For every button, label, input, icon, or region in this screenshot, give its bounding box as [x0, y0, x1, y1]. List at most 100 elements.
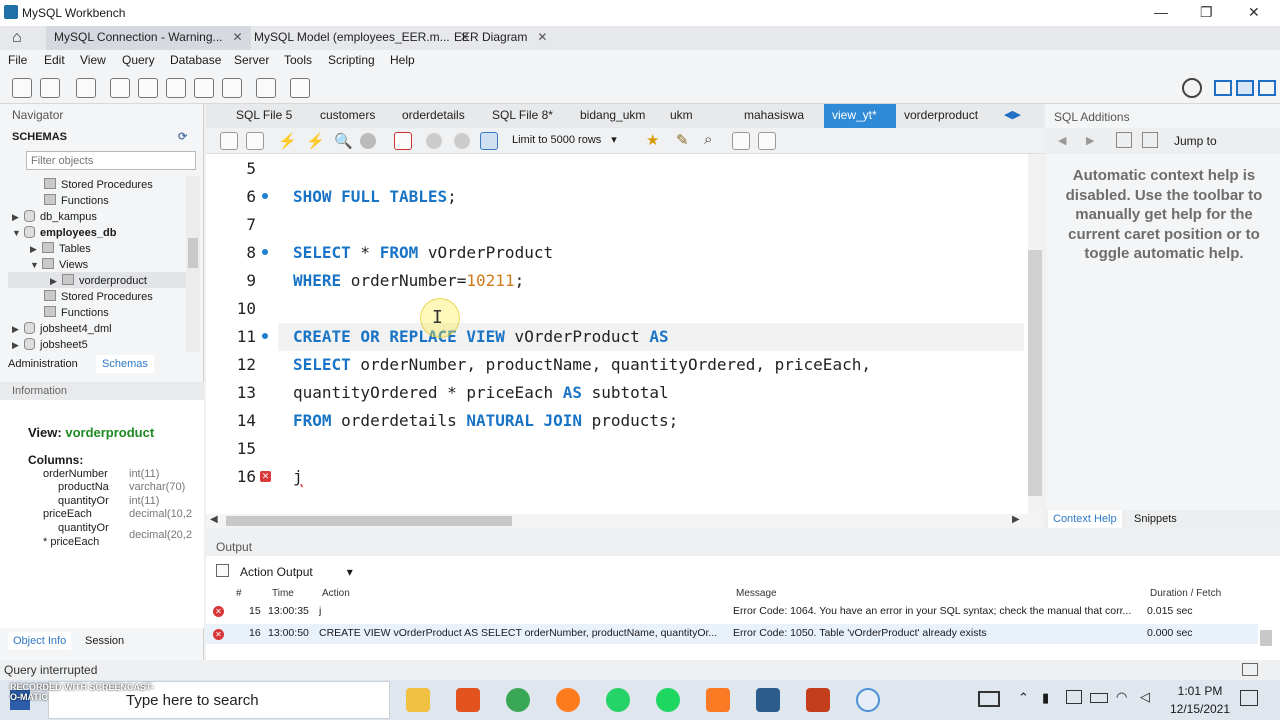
menu-database[interactable]: Database: [170, 53, 221, 67]
expand-arrow-icon[interactable]: ▶: [12, 212, 24, 223]
doc-tab-model[interactable]: MySQL Model (employees_EER.m... ✕: [246, 26, 478, 50]
menu-file[interactable]: File: [8, 53, 27, 67]
toggle-continue-on-error-icon[interactable]: [394, 132, 412, 150]
menu-edit[interactable]: Edit: [44, 53, 65, 67]
tree-item-jobsheet4[interactable]: ▶ jobsheet4_dml: [12, 322, 112, 335]
tab-sql-file-5[interactable]: SQL File 5: [228, 104, 300, 128]
auto-help-icon[interactable]: [1142, 132, 1158, 148]
settings-gear-icon[interactable]: [1182, 78, 1202, 98]
create-schema-icon[interactable]: [110, 78, 130, 98]
tab-session[interactable]: Session: [85, 635, 124, 647]
tree-item-stored-procedures-2[interactable]: Stored Procedures: [44, 290, 153, 303]
col-header-action[interactable]: Action: [322, 588, 350, 599]
chrome-icon[interactable]: [506, 688, 530, 712]
col-header-duration[interactable]: Duration / Fetch: [1150, 588, 1221, 599]
open-sql-file-icon[interactable]: [40, 78, 60, 98]
tab-ukm[interactable]: ukm: [662, 104, 701, 128]
find-icon[interactable]: ⌕: [704, 131, 712, 148]
output-copy-icon[interactable]: [216, 564, 229, 577]
limit-rows-select[interactable]: Limit to 5000 rows ▾: [512, 133, 617, 146]
tree-item-tables[interactable]: ▶ Tables: [30, 242, 91, 255]
close-tab-icon[interactable]: ✕: [537, 30, 547, 44]
execute-current-icon[interactable]: ⚡: [306, 132, 325, 150]
filter-objects-input[interactable]: [26, 151, 196, 170]
inspector-icon[interactable]: [76, 78, 96, 98]
create-table-icon[interactable]: [138, 78, 158, 98]
tab-mahasiswa[interactable]: mahasiswa: [736, 104, 812, 128]
tab-context-help[interactable]: Context Help: [1048, 510, 1122, 528]
powerpoint-icon[interactable]: [806, 688, 830, 712]
tab-schemas[interactable]: Schemas: [96, 355, 154, 373]
minimize-icon[interactable]: —: [1154, 4, 1168, 20]
create-function-icon[interactable]: [222, 78, 242, 98]
col-header-message[interactable]: Message: [736, 588, 777, 599]
menu-tools[interactable]: Tools: [284, 53, 312, 67]
autocommit-icon[interactable]: [480, 132, 498, 150]
screen-recorder-icon[interactable]: [856, 688, 880, 712]
tree-item-jobsheet5[interactable]: ▶ jobsheet5: [12, 338, 88, 351]
forward-icon[interactable]: ▶: [1086, 134, 1094, 147]
home-icon[interactable]: ⌂: [12, 29, 22, 47]
tab-snippets[interactable]: Snippets: [1134, 513, 1177, 525]
expand-arrow-icon[interactable]: ▶: [30, 244, 42, 255]
scroll-right-icon[interactable]: ▶: [1012, 514, 1020, 525]
battery-icon[interactable]: [1090, 693, 1108, 703]
reconnect-icon[interactable]: [290, 78, 310, 98]
col-header-num[interactable]: #: [236, 588, 242, 599]
editor-vertical-scroll-thumb[interactable]: [1028, 250, 1042, 496]
tree-item-db-kampus[interactable]: ▶ db_kampus: [12, 210, 97, 223]
editor-horizontal-scroll-thumb[interactable]: [226, 516, 512, 526]
scroll-left-icon[interactable]: ◀: [210, 514, 218, 525]
whatsapp-icon[interactable]: [606, 688, 630, 712]
doc-tab-connection[interactable]: MySQL Connection - Warning... ✕: [46, 26, 251, 50]
menu-view[interactable]: View: [80, 53, 106, 67]
stop-icon[interactable]: [360, 133, 376, 149]
tree-item-stored-procedures[interactable]: Stored Procedures: [44, 178, 153, 191]
rollback-icon[interactable]: [454, 133, 470, 149]
chevron-up-icon[interactable]: ⌃: [1018, 690, 1029, 706]
tab-object-info[interactable]: Object Info: [8, 632, 72, 650]
execute-icon[interactable]: ⚡: [278, 132, 297, 150]
mysql-workbench-taskbar-icon[interactable]: [756, 688, 780, 712]
menu-query[interactable]: Query: [122, 53, 155, 67]
tab-sql-file-8[interactable]: SQL File 8*: [484, 104, 561, 128]
keyboard-icon[interactable]: [978, 691, 1000, 707]
tree-item-functions[interactable]: Functions: [44, 194, 109, 207]
manual-help-icon[interactable]: [1116, 132, 1132, 148]
save-icon[interactable]: [246, 132, 264, 150]
tree-item-vorderproduct[interactable]: ▶ vorderproduct: [8, 272, 186, 288]
invisible-chars-icon[interactable]: [732, 132, 750, 150]
clock-date[interactable]: 12/15/2021: [1160, 702, 1240, 716]
close-icon[interactable]: ✕: [1248, 4, 1260, 21]
office-icon[interactable]: [456, 688, 480, 712]
expand-arrow-icon[interactable]: ▶: [12, 324, 24, 335]
open-file-icon[interactable]: [220, 132, 238, 150]
create-procedure-icon[interactable]: [194, 78, 214, 98]
xampp-icon[interactable]: [706, 688, 730, 712]
tab-administration[interactable]: Administration: [8, 358, 78, 370]
output-scroll-thumb[interactable]: [1260, 630, 1272, 646]
usb-icon[interactable]: ▮: [1042, 690, 1049, 706]
speaker-icon[interactable]: ◁: [1140, 689, 1150, 705]
firefox-icon[interactable]: [556, 688, 580, 712]
expand-arrow-icon[interactable]: ▶: [50, 276, 62, 287]
tab-orderdetails[interactable]: orderdetails: [394, 104, 473, 128]
close-tab-icon[interactable]: ✕: [233, 30, 243, 44]
output-mode-select[interactable]: Action Output ▾: [240, 565, 353, 579]
tree-item-views[interactable]: ▼ Views: [30, 258, 88, 271]
tree-item-employees-db[interactable]: ▼ employees_db: [12, 226, 116, 239]
wifi-icon[interactable]: ◠: [1116, 689, 1127, 705]
display-icon[interactable]: [1066, 690, 1082, 704]
collapse-arrow-icon[interactable]: ▼: [30, 260, 42, 270]
restore-icon[interactable]: ❐: [1200, 4, 1213, 21]
tree-scrollbar-thumb[interactable]: [188, 238, 198, 268]
explain-icon[interactable]: 🔍: [334, 132, 353, 150]
toggle-secondary-sidebar-icon[interactable]: [1258, 80, 1276, 96]
menu-help[interactable]: Help: [390, 53, 415, 67]
menu-scripting[interactable]: Scripting: [328, 53, 375, 67]
beautify-icon[interactable]: ✎: [676, 131, 689, 149]
doc-tab-eer[interactable]: EER Diagram ✕: [446, 26, 555, 50]
bookmark-star-icon[interactable]: ★: [646, 131, 659, 149]
clock-time[interactable]: 1:01 PM: [1170, 684, 1230, 698]
spotify-icon[interactable]: [656, 688, 680, 712]
